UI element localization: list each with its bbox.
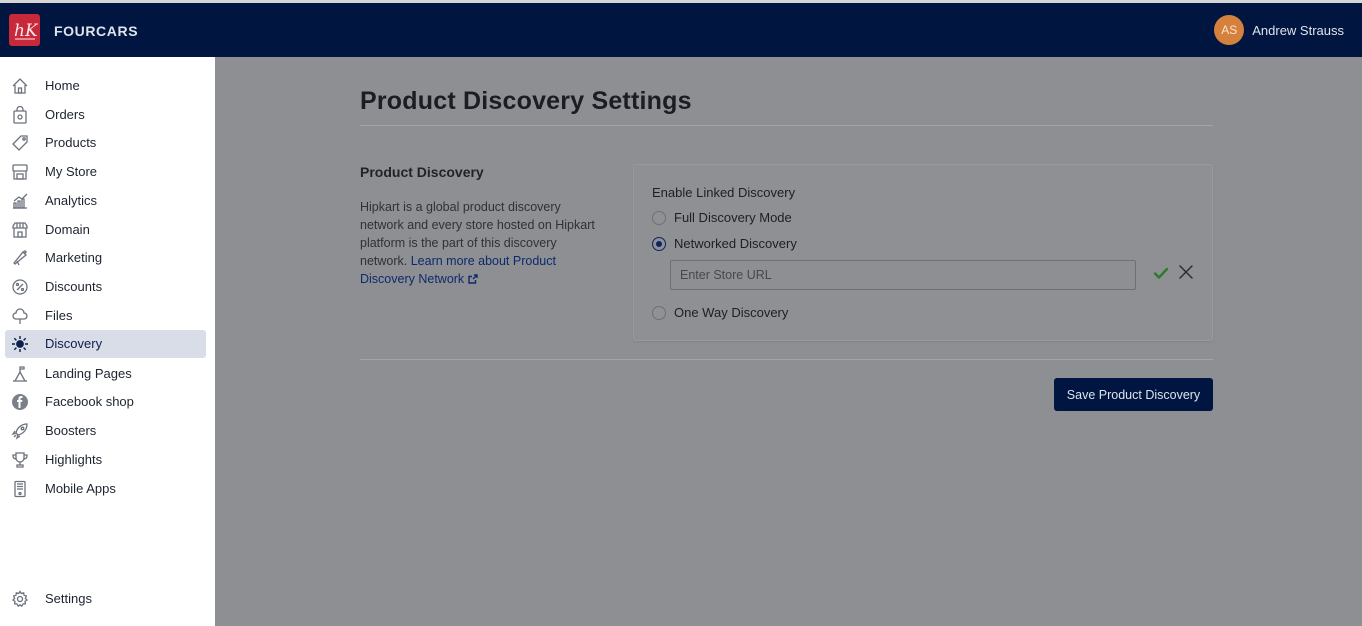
sidebar-item-label: Marketing: [45, 250, 103, 265]
divider: [360, 359, 1213, 360]
section-title: Product Discovery: [360, 164, 484, 180]
storefront-icon: [11, 163, 29, 181]
sidebar-item-analytics[interactable]: Analytics: [5, 187, 206, 215]
sidebar-item-label: Domain: [45, 222, 90, 237]
gear-icon: [11, 590, 29, 608]
option-label: Full Discovery Mode: [674, 210, 792, 225]
option-full-discovery[interactable]: Full Discovery Mode: [652, 210, 792, 225]
landing-pages-icon: [11, 365, 29, 383]
sidebar-item-marketing[interactable]: Marketing: [5, 244, 206, 272]
brand-name: FOURCARS: [54, 23, 139, 39]
orders-bag-icon: [11, 106, 29, 124]
sidebar-item-products[interactable]: Products: [5, 129, 206, 157]
chart-trend-icon: [11, 192, 29, 210]
svg-text:hK: hK: [14, 21, 38, 41]
sidebar-item-highlights[interactable]: Highlights: [5, 446, 206, 474]
sidebar-item-settings[interactable]: Settings: [5, 585, 206, 613]
top-bar: hK FOURCARS AS Andrew Strauss: [0, 3, 1362, 57]
discovery-network-icon: [11, 335, 29, 353]
sidebar-item-label: Orders: [45, 107, 85, 122]
page-title: Product Discovery Settings: [360, 87, 692, 115]
cancel-x-icon[interactable]: [1177, 263, 1195, 281]
sidebar-item-label: Boosters: [45, 423, 97, 438]
sidebar-item-home[interactable]: Home: [5, 72, 206, 100]
sidebar-item-label: Home: [45, 78, 80, 93]
sidebar-item-files[interactable]: Files: [5, 302, 206, 330]
sidebar-item-mobile-apps[interactable]: Mobile Apps: [5, 475, 206, 503]
domain-store-icon: [11, 221, 29, 239]
sidebar-item-label: Highlights: [45, 452, 103, 467]
facebook-icon: [11, 393, 29, 411]
rocket-icon: [11, 422, 29, 440]
sidebar-item-facebook-shop[interactable]: Facebook shop: [5, 388, 206, 416]
sidebar-item-landing-pages[interactable]: Landing Pages: [5, 360, 206, 388]
sidebar-item-label: Analytics: [45, 193, 98, 208]
sidebar: Home Orders Products My Store Analytics …: [0, 57, 215, 626]
cloud-icon: [11, 307, 29, 325]
store-url-input[interactable]: [670, 260, 1136, 290]
section-description: Hipkart is a global product discovery ne…: [360, 198, 605, 288]
megaphone-icon: [11, 249, 29, 267]
radio-one-way-discovery[interactable]: [652, 305, 666, 320]
brand-logo[interactable]: hK: [9, 14, 40, 46]
sidebar-item-label: Discounts: [45, 279, 103, 294]
sidebar-item-label: Files: [45, 308, 73, 323]
sidebar-item-boosters[interactable]: Boosters: [5, 417, 206, 445]
sidebar-item-orders[interactable]: Orders: [5, 101, 206, 129]
user-menu[interactable]: AS Andrew Strauss: [1214, 15, 1344, 45]
trophy-icon: [11, 451, 29, 469]
option-one-way-discovery[interactable]: One Way Discovery: [652, 305, 788, 320]
radio-full-discovery[interactable]: [652, 210, 666, 225]
main-content: Product Discovery Settings Product Disco…: [215, 57, 1362, 626]
home-icon: [11, 77, 29, 95]
divider: [360, 125, 1213, 126]
card-label: Enable Linked Discovery: [652, 185, 796, 200]
sidebar-item-domain[interactable]: Domain: [5, 216, 206, 244]
confirm-check-icon[interactable]: [1153, 265, 1169, 281]
option-networked-discovery[interactable]: Networked Discovery: [652, 236, 797, 251]
external-link-icon: [467, 274, 478, 284]
sidebar-item-label: Facebook shop: [45, 394, 134, 409]
sidebar-item-discounts[interactable]: Discounts: [5, 273, 206, 301]
sidebar-item-label: Settings: [45, 591, 92, 606]
discovery-settings-card: Enable Linked Discovery Full Discovery M…: [633, 164, 1213, 341]
sidebar-item-label: Products: [45, 135, 97, 150]
radio-networked-discovery[interactable]: [652, 236, 666, 251]
sidebar-item-label: My Store: [45, 164, 98, 179]
sidebar-item-label: Landing Pages: [45, 366, 132, 381]
mobile-icon: [11, 480, 29, 498]
user-name: Andrew Strauss: [1252, 22, 1344, 38]
save-product-discovery-button[interactable]: Save Product Discovery: [1054, 378, 1213, 411]
tag-icon: [11, 134, 29, 152]
option-label: One Way Discovery: [674, 305, 789, 320]
percent-icon: [11, 278, 29, 296]
option-label: Networked Discovery: [674, 236, 797, 251]
logo-mark-icon: hK: [14, 21, 38, 41]
sidebar-item-label: Mobile Apps: [45, 481, 116, 496]
sidebar-item-discovery[interactable]: Discovery: [5, 330, 206, 358]
avatar: AS: [1214, 15, 1245, 45]
sidebar-item-label: Discovery: [45, 336, 103, 351]
sidebar-item-my-store[interactable]: My Store: [5, 158, 206, 186]
